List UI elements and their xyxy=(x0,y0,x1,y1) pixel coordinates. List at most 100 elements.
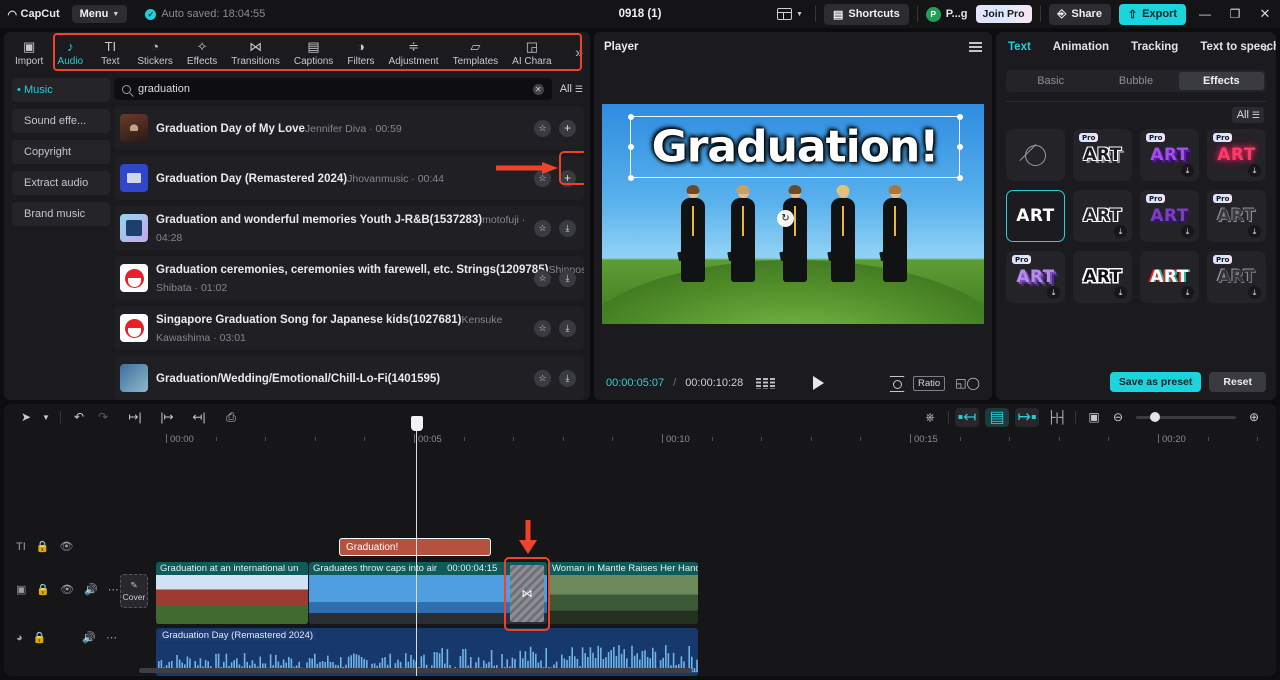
timeline-scrollbar[interactable] xyxy=(116,668,1268,673)
effect-art-dark-purple[interactable]: ART Pro ⤓ xyxy=(1140,190,1199,242)
download-icon[interactable]: ⤓ xyxy=(1114,225,1127,238)
download-icon[interactable]: ⤓ xyxy=(1181,164,1194,177)
text-effects-grid[interactable]: ART Pro ART Pro ⤓ ART Pro ⤓ ART ART ⤓ ART Pro ⤓ ART Pro… xyxy=(996,123,1276,303)
layout-button[interactable]: ▼ xyxy=(773,5,807,23)
list-item[interactable]: Graduation Day of My LoveJennifer Diva ·… xyxy=(114,106,584,150)
crop-left-icon[interactable]: ▪↤ xyxy=(955,407,979,427)
clear-icon[interactable]: ✕ xyxy=(532,83,544,95)
more-icon[interactable]: ⋯ xyxy=(106,631,117,644)
download-icon[interactable]: ⤓ xyxy=(1181,286,1194,299)
effect-none[interactable] xyxy=(1006,129,1065,181)
text-selection-box[interactable]: Graduation! xyxy=(627,113,963,181)
download-icon[interactable]: ⤓ xyxy=(1248,225,1261,238)
search-results-list[interactable]: Graduation Day of My LoveJennifer Diva ·… xyxy=(114,106,584,400)
add-to-timeline-icon[interactable]: + xyxy=(559,169,576,187)
close-button[interactable]: ✕ xyxy=(1254,3,1276,25)
maximize-button[interactable]: ❐ xyxy=(1224,3,1246,25)
zoom-in-icon[interactable]: ⊕ xyxy=(1242,407,1266,427)
download-icon[interactable]: ⤓ xyxy=(559,269,576,287)
video-canvas[interactable]: Graduation! ↻ xyxy=(602,104,984,324)
library-filter-button[interactable]: All ☰ xyxy=(558,83,584,95)
mirror-icon[interactable]: ▤ xyxy=(985,407,1009,427)
sidebar-item-brand-music[interactable]: Brand music xyxy=(12,202,110,226)
tab-import[interactable]: ▣ Import xyxy=(8,37,50,68)
save-as-preset-button[interactable]: Save as preset xyxy=(1109,372,1202,392)
zoom-slider[interactable] xyxy=(1136,412,1236,422)
list-item[interactable]: Graduation ceremonies, ceremonies with f… xyxy=(114,256,584,300)
effect-art-white-outline[interactable]: ART Pro xyxy=(1073,129,1132,181)
tab-animation[interactable]: Animation xyxy=(1053,41,1109,53)
eye-icon[interactable]: 👁 xyxy=(60,583,74,596)
effect-art-purple-3d[interactable]: ART Pro ⤓ xyxy=(1140,129,1199,181)
download-icon[interactable]: ⤓ xyxy=(1248,286,1261,299)
chevron-double-right-icon[interactable]: » xyxy=(575,44,586,60)
favorite-icon[interactable]: ☆ xyxy=(534,369,551,387)
playback-rate-icon[interactable] xyxy=(756,377,776,389)
video-clip[interactable]: Woman in Mantle Raises Her Hand xyxy=(548,562,698,624)
favorite-icon[interactable]: ☆ xyxy=(534,169,551,187)
lock-icon[interactable]: 🔒 xyxy=(36,583,50,596)
text-clip[interactable]: Graduation! xyxy=(339,538,491,556)
sidebar-item-copyright[interactable]: Copyright xyxy=(12,140,110,164)
transition-clip[interactable]: ⋈ xyxy=(510,565,544,622)
download-icon[interactable]: ⤓ xyxy=(1181,225,1194,238)
export-button[interactable]: ⇧ Export xyxy=(1118,3,1186,25)
tab-stickers[interactable]: ◔ Stickers xyxy=(130,37,180,68)
effects-filter-button[interactable]: All ☰ xyxy=(1231,107,1264,123)
play-icon[interactable] xyxy=(812,376,824,390)
volume-icon[interactable]: 🔊 xyxy=(84,583,98,596)
fit-to-screen-icon[interactable] xyxy=(889,376,906,392)
tab-tracking[interactable]: Tracking xyxy=(1131,41,1178,53)
shortcuts-button[interactable]: ▤ Shortcuts xyxy=(823,3,909,25)
lock-icon[interactable]: 🔒 xyxy=(36,540,50,553)
favorite-icon[interactable]: ☆ xyxy=(534,269,551,287)
resize-handle[interactable] xyxy=(956,144,963,150)
zoom-slider-knob[interactable] xyxy=(1150,412,1160,422)
cover-button[interactable]: ✎ Cover xyxy=(120,574,148,608)
resize-handle[interactable] xyxy=(627,144,634,150)
menu-button[interactable]: Menu ▼ xyxy=(71,5,128,23)
cursor-icon[interactable]: ➤ xyxy=(14,407,38,427)
join-pro-button[interactable]: Join Pro xyxy=(975,5,1032,23)
lock-icon[interactable]: 🔒 xyxy=(33,631,47,644)
resize-handle[interactable] xyxy=(956,174,963,181)
split-icon[interactable]: ↦| xyxy=(123,407,147,427)
rotate-icon[interactable]: ↻ xyxy=(777,210,794,227)
list-item[interactable]: Graduation/Wedding/Emotional/Chill-Lo-Fi… xyxy=(114,356,584,400)
tab-text[interactable]: Text xyxy=(1008,41,1031,53)
trim-right-icon[interactable]: ↤| xyxy=(187,407,211,427)
download-icon[interactable]: ⤓ xyxy=(559,369,576,387)
crop-right-icon[interactable]: ↦▪ xyxy=(1015,407,1039,427)
playhead-grip[interactable] xyxy=(411,416,423,431)
favorite-icon[interactable]: ☆ xyxy=(534,119,551,137)
trim-left-icon[interactable]: |↦ xyxy=(155,407,179,427)
reset-button[interactable]: Reset xyxy=(1209,372,1266,392)
list-item[interactable]: Graduation and wonderful memories Youth … xyxy=(114,206,584,250)
tab-transitions[interactable]: ⋈ Transitions xyxy=(224,37,287,68)
volume-icon[interactable]: 🔊 xyxy=(82,631,96,644)
freeze-frame-icon[interactable]: ├|┤ xyxy=(1045,407,1069,427)
download-icon[interactable]: ⤓ xyxy=(1047,286,1060,299)
effect-art-grey-outline[interactable]: ART Pro ⤓ xyxy=(1207,190,1266,242)
tab-audio[interactable]: ♪ Audio xyxy=(50,37,90,68)
ratio-button[interactable]: Ratio xyxy=(913,375,946,391)
add-to-timeline-icon[interactable]: + xyxy=(559,119,576,137)
tab-ai-chara[interactable]: ◲ AI Chara xyxy=(505,37,558,68)
download-icon[interactable]: ⤓ xyxy=(1114,286,1127,299)
delete-icon[interactable]: ⎙ xyxy=(219,407,243,427)
playhead[interactable] xyxy=(411,416,423,676)
undo-icon[interactable]: ↶ xyxy=(67,407,91,427)
tab-text[interactable]: TI Text xyxy=(90,37,130,68)
resize-handle[interactable] xyxy=(956,113,963,120)
search-input[interactable]: graduation ✕ xyxy=(114,78,552,100)
fullscreen-icon[interactable]: ◱◯ xyxy=(955,376,980,390)
effect-art-outline[interactable]: ART ⤓ xyxy=(1073,190,1132,242)
eye-icon[interactable]: 👁 xyxy=(59,540,73,553)
tab-captions[interactable]: ▤ Captions xyxy=(287,37,340,68)
sidebar-item-extract-audio[interactable]: Extract audio xyxy=(12,171,110,195)
download-icon[interactable]: ⤓ xyxy=(559,319,576,337)
tab-effects[interactable]: ✧ Effects xyxy=(180,37,224,68)
download-icon[interactable]: ⤓ xyxy=(1248,164,1261,177)
chevron-down-icon[interactable]: ▼ xyxy=(38,407,54,427)
favorite-icon[interactable]: ☆ xyxy=(534,319,551,337)
